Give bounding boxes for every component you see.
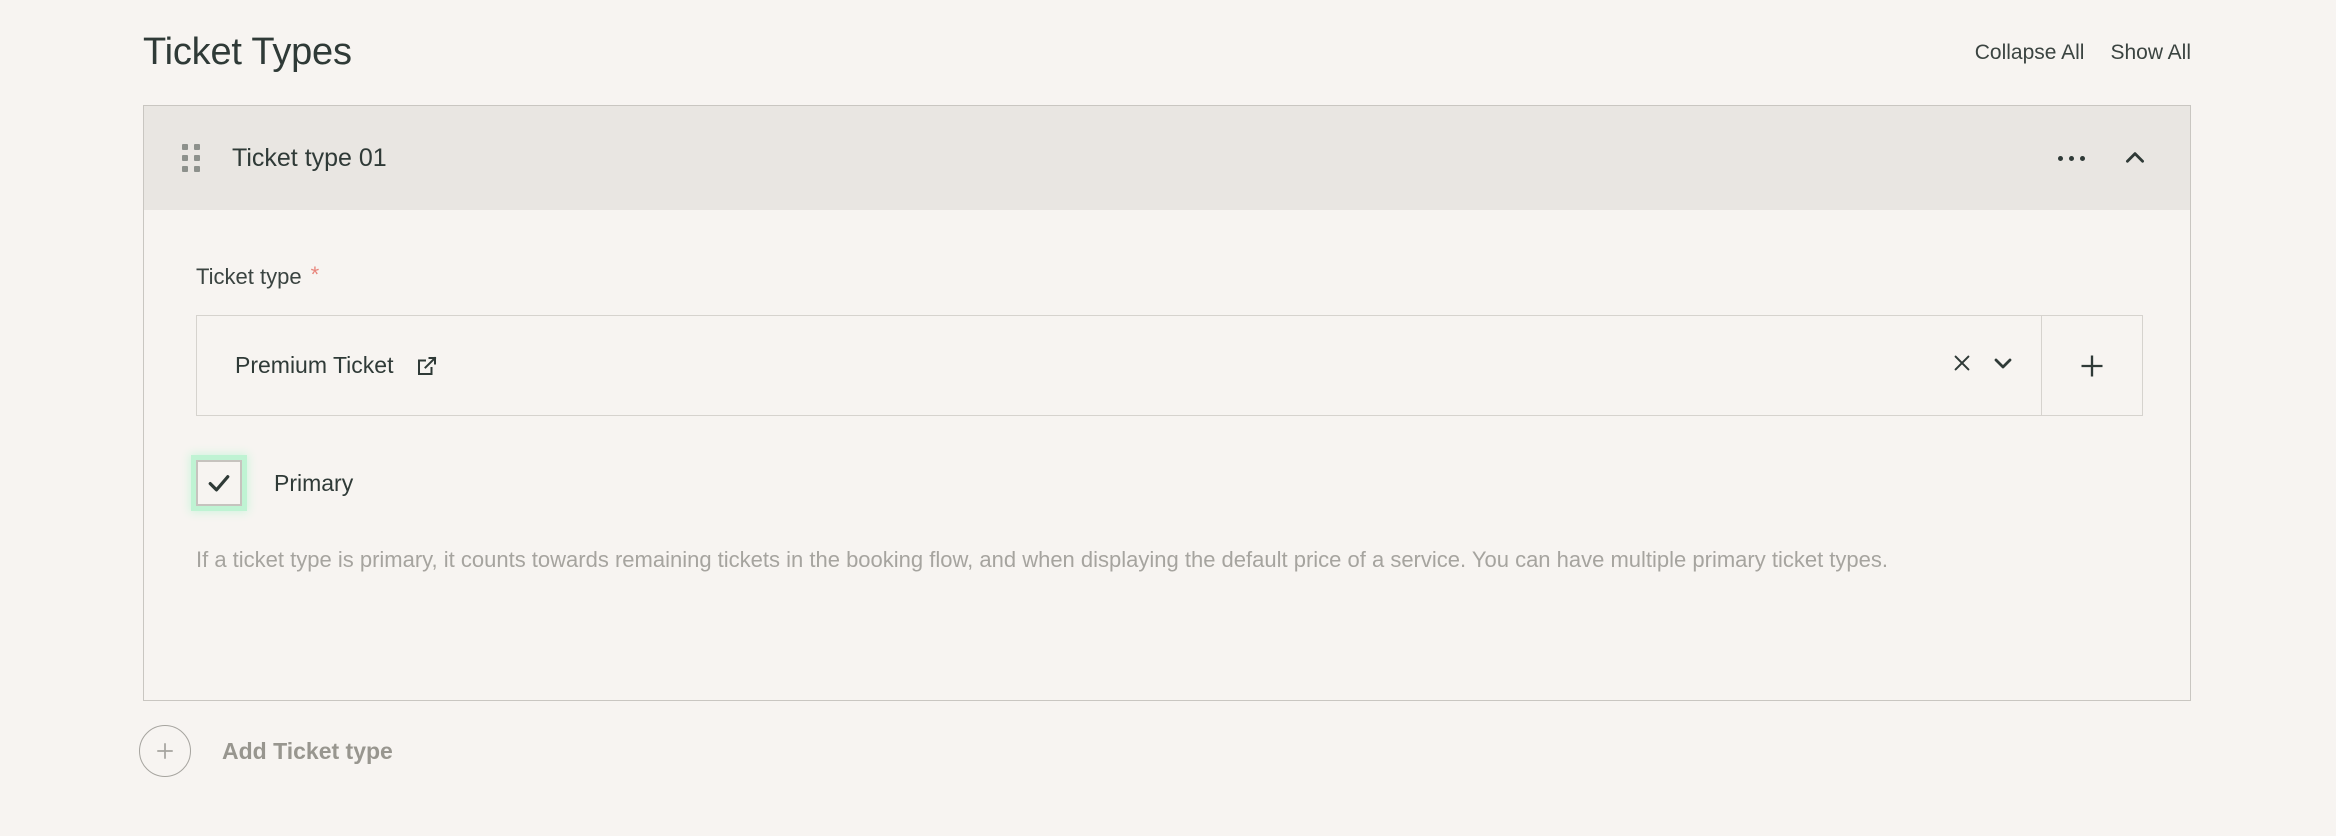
ticket-type-card-title: Ticket type 01 — [232, 143, 387, 172]
primary-help-text: If a ticket type is primary, it counts t… — [196, 547, 1888, 572]
ticket-type-selected-value: Premium Ticket — [235, 352, 394, 378]
drag-handle-icon[interactable] — [182, 144, 200, 172]
page-title: Ticket Types — [143, 31, 352, 74]
ticket-type-field-label: Ticket type * — [196, 262, 2138, 289]
more-options-icon[interactable] — [2054, 141, 2088, 175]
ticket-type-label-text: Ticket type — [196, 264, 302, 289]
primary-checkbox-label: Primary — [274, 469, 354, 496]
ticket-type-select[interactable]: Premium Ticket — [196, 315, 2042, 416]
checkmark-icon — [208, 475, 230, 492]
add-ticket-type-label: Add Ticket type — [222, 737, 393, 764]
primary-checkbox-focus-ring — [196, 460, 242, 506]
ticket-type-card: Ticket type 01 Ticket type * Premium Tic… — [143, 105, 2191, 701]
card-header-actions — [2054, 141, 2152, 175]
add-ticket-type-inline-button[interactable] — [2042, 315, 2143, 416]
required-asterisk: * — [310, 262, 320, 287]
show-all-link[interactable]: Show All — [2110, 42, 2191, 63]
chevron-down-icon[interactable] — [1991, 351, 2015, 380]
chevron-up-icon[interactable] — [2118, 141, 2152, 175]
select-icons — [1951, 351, 2015, 380]
clear-icon[interactable] — [1951, 352, 1973, 379]
primary-checkbox-row: Primary — [196, 459, 2138, 507]
ticket-type-card-body: Ticket type * Premium Ticket Primary If … — [144, 210, 2190, 577]
plus-circle-icon — [139, 725, 191, 777]
header-actions: Collapse All Show All — [1975, 42, 2191, 65]
add-ticket-type-button[interactable]: Add Ticket type — [139, 725, 393, 777]
external-edit-icon[interactable] — [415, 354, 439, 378]
collapse-all-link[interactable]: Collapse All — [1975, 42, 2085, 63]
ticket-type-card-header: Ticket type 01 — [144, 106, 2190, 210]
primary-checkbox[interactable] — [196, 460, 242, 506]
ticket-types-page: Ticket Types Collapse All Show All Ticke… — [0, 0, 2336, 836]
ticket-type-select-row: Premium Ticket — [196, 315, 2143, 416]
page-header: Ticket Types Collapse All Show All — [143, 14, 2191, 92]
